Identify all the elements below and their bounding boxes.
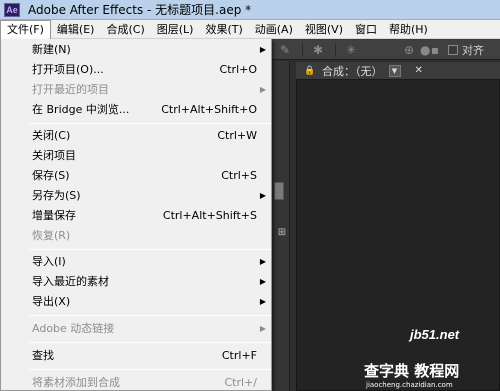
watermark-brand: jb51.net [410, 327, 460, 342]
menu-item-shortcut: Ctrl+/ [224, 376, 258, 389]
menu-item-shortcut: Ctrl+Alt+Shift+O [161, 103, 257, 116]
puppet-pin-icon[interactable]: ✱ [307, 42, 329, 58]
menu-item-label: 在 Bridge 中浏览... [32, 103, 130, 116]
menu-separator [29, 342, 271, 343]
lock-icon[interactable]: 🔒 [304, 65, 316, 77]
menu-separator [29, 315, 271, 316]
menu-item-add-footage-to-comp: 将素材添加到合成 Ctrl+/ [1, 373, 273, 391]
menu-item-label: 打开最近的项目 [32, 83, 109, 96]
composition-panel-header: 🔒 合成：（无） ▼ ✕ [296, 62, 500, 80]
composition-dropdown-icon[interactable]: ▼ [388, 64, 401, 77]
menu-composition[interactable]: 合成(C) [100, 20, 150, 39]
menu-item-label: 新建(N) [32, 43, 71, 56]
pen-tool-icon[interactable]: ✎ [274, 42, 296, 58]
panel-scrollbar[interactable] [274, 182, 284, 200]
menu-separator [29, 249, 271, 250]
menu-item-new[interactable]: 新建(N) ▶ [1, 40, 273, 60]
menu-separator [29, 123, 271, 124]
menu-item-close-project[interactable]: 关闭项目 [1, 146, 273, 166]
menu-item-label: 增量保存 [32, 209, 76, 222]
menu-item-import[interactable]: 导入(I) ▶ [1, 252, 273, 272]
flowchart-icon[interactable]: ⊞ [276, 227, 288, 239]
menu-item-save[interactable]: 保存(S) Ctrl+S [1, 166, 273, 186]
menu-animation[interactable]: 动画(A) [249, 20, 299, 39]
watermark: jb51.net 查字典 教程网 jiaocheng.chazidian.com [360, 300, 500, 391]
dot-icon: ● [420, 42, 431, 57]
menu-item-label: Adobe 动态链接 [32, 322, 115, 335]
submenu-arrow-icon: ▶ [259, 297, 266, 306]
title-bar: Ae Adobe After Effects - 无标题项目.aep * [0, 0, 500, 20]
menu-item-revert: 恢复(R) [1, 226, 273, 246]
menu-item-label: 打开项目(O)... [32, 63, 104, 76]
project-panel-edge [270, 61, 290, 391]
menu-bar: 文件(F) 编辑(E) 合成(C) 图层(L) 效果(T) 动画(A) 视图(V… [0, 19, 500, 39]
menu-help[interactable]: 帮助(H) [383, 20, 434, 39]
menu-item-open-recent: 打开最近的项目 ▶ [1, 80, 273, 100]
watermark-url: jiaocheng.chazidian.com [366, 381, 453, 389]
menu-item-save-as[interactable]: 另存为(S) ▶ [1, 186, 273, 206]
menu-item-label: 查找 [32, 349, 54, 362]
menu-separator [29, 369, 271, 370]
submenu-arrow-icon: ▶ [259, 191, 266, 200]
menu-effect[interactable]: 效果(T) [199, 20, 248, 39]
menu-item-import-recent-footage[interactable]: 导入最近的素材 ▶ [1, 272, 273, 292]
submenu-arrow-icon: ▶ [259, 277, 266, 286]
menu-item-export[interactable]: 导出(X) ▶ [1, 292, 273, 312]
menu-item-label: 导入(I) [32, 255, 66, 268]
menu-item-label: 导入最近的素材 [32, 275, 109, 288]
file-menu: 新建(N) ▶ 打开项目(O)... Ctrl+O 打开最近的项目 ▶ 在 Br… [0, 39, 272, 391]
camera-icon: ▪ [430, 42, 440, 57]
window-title: Adobe After Effects - 无标题项目.aep * [28, 3, 252, 17]
crosshair-icon[interactable]: ⊕ [398, 42, 420, 58]
toolbar-divider [335, 42, 336, 57]
menu-item-label: 导出(X) [32, 295, 71, 308]
menu-item-shortcut: Ctrl+Alt+Shift+S [162, 209, 257, 222]
toolbar-divider [302, 42, 303, 57]
menu-layer[interactable]: 图层(L) [151, 20, 200, 39]
menu-item-label: 保存(S) [32, 169, 70, 182]
menu-edit[interactable]: 编辑(E) [51, 20, 101, 39]
menu-item-open-project[interactable]: 打开项目(O)... Ctrl+O [1, 60, 273, 80]
puppet-starch-icon[interactable]: ✳ [340, 42, 362, 58]
menu-item-label: 另存为(S) [32, 189, 81, 202]
menu-item-find[interactable]: 查找 Ctrl+F [1, 346, 273, 366]
align-label: 对齐 [462, 43, 484, 57]
menu-item-label: 关闭(C) [32, 129, 71, 142]
align-checkbox[interactable] [448, 44, 458, 55]
menu-item-shortcut: Ctrl+S [221, 169, 257, 182]
tools-toolbar: ✎ ✱ ✳ ⊕ ● ▪ 对齐 [270, 40, 500, 60]
composition-tab[interactable]: 合成：（无） [322, 63, 383, 79]
after-effects-logo-icon: Ae [4, 2, 20, 17]
menu-item-label: 恢复(R) [32, 229, 71, 242]
menu-item-shortcut: Ctrl+O [219, 63, 257, 76]
panel-close-icon[interactable]: ✕ [415, 65, 423, 76]
menu-item-label: 关闭项目 [32, 149, 76, 162]
menu-item-browse-in-bridge[interactable]: 在 Bridge 中浏览... Ctrl+Alt+Shift+O [1, 100, 273, 120]
menu-file[interactable]: 文件(F) [0, 19, 51, 39]
menu-window[interactable]: 窗口 [349, 20, 383, 39]
menu-item-dynamic-link: Adobe 动态链接 ▶ [1, 319, 273, 339]
menu-item-shortcut: Ctrl+W [217, 129, 257, 142]
submenu-arrow-icon: ▶ [259, 45, 266, 54]
menu-item-increment-save[interactable]: 增量保存 Ctrl+Alt+Shift+S [1, 206, 273, 226]
submenu-arrow-icon: ▶ [259, 257, 266, 266]
menu-item-close[interactable]: 关闭(C) Ctrl+W [1, 126, 273, 146]
submenu-arrow-icon: ▶ [259, 85, 266, 94]
menu-item-shortcut: Ctrl+F [221, 349, 257, 362]
submenu-arrow-icon: ▶ [259, 324, 266, 333]
menu-item-label: 将素材添加到合成 [32, 376, 120, 389]
watermark-text: 查字典 教程网 [364, 362, 460, 380]
menu-view[interactable]: 视图(V) [299, 20, 349, 39]
